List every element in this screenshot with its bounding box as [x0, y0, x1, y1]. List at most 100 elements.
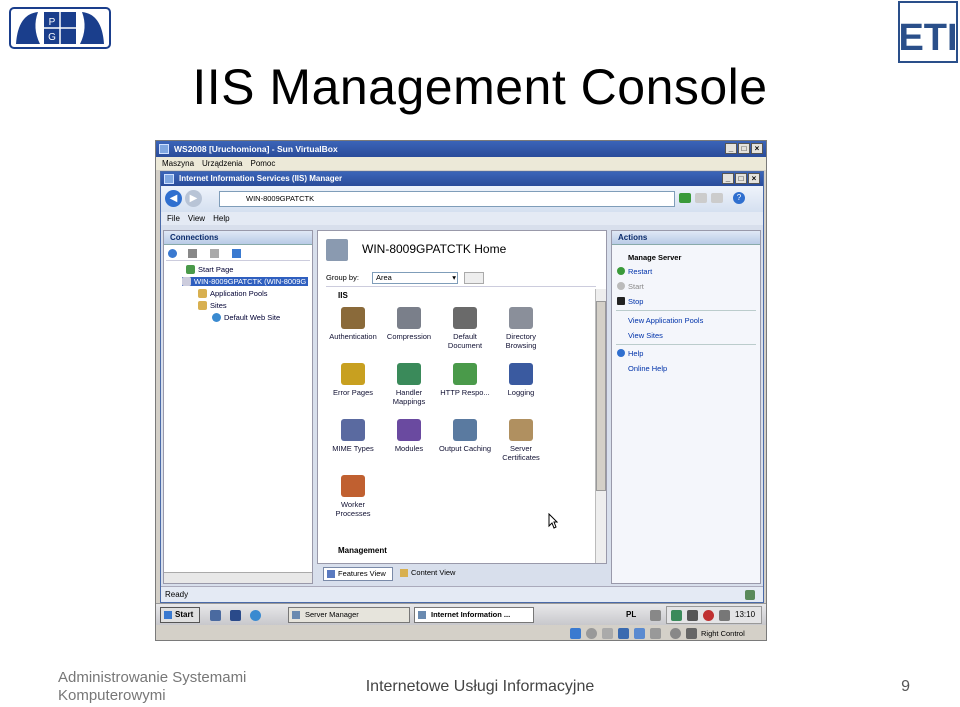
error-pages-icon — [341, 363, 365, 385]
back-button[interactable]: ◀ — [165, 190, 182, 207]
menu-help[interactable]: Help — [213, 212, 229, 225]
feature-item[interactable]: MIME Types — [324, 419, 382, 453]
taskbar: Start Server Manager Internet Informatio… — [156, 603, 766, 625]
powershell-icon[interactable] — [230, 610, 241, 621]
menu-file[interactable]: File — [167, 212, 180, 225]
usb-icon — [618, 628, 629, 639]
actions-pane: Actions Manage Server Restart Start Stop… — [611, 230, 761, 584]
status-text: Ready — [165, 590, 189, 599]
feature-item[interactable]: Authentication — [324, 307, 382, 341]
taskbar-iis-manager[interactable]: Internet Information ... — [414, 607, 534, 623]
tree-start-page[interactable]: Start Page — [186, 265, 233, 274]
iis-maximize-button[interactable]: □ — [735, 173, 747, 184]
features-scrollbar[interactable] — [595, 289, 606, 563]
manage-server-group: Manage Server — [628, 253, 682, 262]
address-text: WIN-8009GPATCTK — [246, 194, 315, 203]
menu-pomoc[interactable]: Pomoc — [250, 157, 275, 170]
address-bar[interactable]: WIN-8009GPATCTK — [219, 191, 675, 207]
tab-features-view[interactable]: Features View — [323, 567, 393, 581]
http-response-icon — [453, 363, 477, 385]
up-icon[interactable] — [210, 249, 219, 258]
logo-letter-p: P — [49, 17, 56, 28]
feature-item[interactable]: Worker Processes — [324, 475, 382, 518]
group-by-label: Group by: — [326, 273, 359, 282]
view-mode-button[interactable] — [464, 272, 484, 284]
feature-label: Default Document — [447, 332, 483, 350]
connect-icon[interactable] — [168, 249, 177, 258]
section-iis: IIS — [338, 291, 348, 300]
tray-display-icon[interactable] — [687, 610, 698, 621]
floppy-icon — [602, 628, 613, 639]
group-by-select[interactable]: Area ▾ — [372, 272, 458, 284]
tray-network-icon[interactable] — [671, 610, 682, 621]
minimize-button[interactable]: _ — [725, 143, 737, 154]
network-status-icon — [745, 590, 755, 600]
virtualbox-window: WS2008 [Uruchomiona] - Sun VirtualBox _ … — [155, 140, 767, 641]
globe-icon — [212, 313, 221, 322]
output-caching-icon — [453, 419, 477, 441]
iis-minimize-button[interactable]: _ — [722, 173, 734, 184]
iis-close-button[interactable]: × — [748, 173, 760, 184]
footer-course-name: Administrowanie Systemami Komputerowymi — [58, 669, 247, 704]
help-icon[interactable]: ? — [733, 192, 745, 204]
logging-icon — [509, 363, 533, 385]
help-icon — [617, 349, 625, 357]
tab-content-view[interactable]: Content View — [397, 567, 467, 581]
action-restart[interactable]: Restart — [628, 267, 652, 276]
feature-item[interactable]: HTTP Respo... — [436, 363, 494, 397]
feature-label: Logging — [507, 388, 535, 397]
action-start[interactable]: Start — [628, 282, 644, 291]
menu-urzadzenia[interactable]: Urządzenia — [202, 157, 242, 170]
delete-connection-icon[interactable] — [232, 249, 241, 258]
tray-volume-icon[interactable] — [719, 610, 730, 621]
feature-item[interactable]: Error Pages — [324, 363, 382, 397]
feature-label: Output Caching — [438, 444, 492, 453]
features-view-icon — [327, 570, 335, 578]
feature-item[interactable]: Directory Browsing — [492, 307, 550, 350]
feature-item[interactable]: Handler Mappings — [380, 363, 438, 406]
feature-item[interactable]: Server Certificates — [492, 419, 550, 462]
action-view-app-pools[interactable]: View Application Pools — [628, 316, 703, 325]
chevron-down-icon: ▾ — [452, 273, 456, 282]
menu-maszyna[interactable]: Maszyna — [162, 157, 194, 170]
feature-item[interactable]: Default Document — [436, 307, 494, 350]
go-icon[interactable] — [679, 193, 691, 203]
start-button[interactable]: Start — [160, 607, 200, 623]
action-online-help[interactable]: Online Help — [628, 364, 667, 373]
home-icon[interactable] — [711, 193, 723, 203]
maximize-button[interactable]: □ — [738, 143, 750, 154]
start-icon — [617, 282, 625, 290]
tree-application-pools[interactable]: Application Pools — [198, 289, 268, 298]
forward-button[interactable]: ▶ — [185, 190, 202, 207]
language-indicator[interactable]: PL — [626, 607, 636, 623]
feature-item[interactable]: Logging — [492, 363, 550, 397]
network-adapter-icon — [634, 628, 645, 639]
tree-server-node[interactable]: WIN-8009GPATCTK (WIN-8009G — [182, 277, 309, 286]
menu-view[interactable]: View — [188, 212, 205, 225]
faculty-logo-icon: ETI — [898, 1, 958, 63]
tree-default-web-site[interactable]: Default Web Site — [212, 313, 280, 322]
feature-item[interactable]: Compression — [380, 307, 438, 341]
save-icon[interactable] — [188, 249, 197, 258]
stop-icon[interactable] — [695, 193, 707, 203]
action-help[interactable]: Help — [628, 349, 643, 358]
view-tabs: Features View Content View — [319, 566, 609, 582]
close-button[interactable]: × — [751, 143, 763, 154]
clock: 13:10 — [735, 610, 756, 619]
internet-explorer-icon[interactable] — [250, 610, 261, 621]
tray-alert-icon[interactable] — [703, 610, 714, 621]
tree-sites[interactable]: Sites — [198, 301, 227, 310]
action-view-sites[interactable]: View Sites — [628, 331, 663, 340]
feature-item[interactable]: Output Caching — [436, 419, 494, 453]
connections-hscrollbar[interactable] — [164, 572, 312, 583]
action-stop[interactable]: Stop — [628, 297, 643, 306]
taskbar-server-manager[interactable]: Server Manager — [288, 607, 410, 623]
taskbar-item-label: Internet Information ... — [431, 610, 511, 619]
show-desktop-icon[interactable] — [210, 610, 221, 621]
tab-label: Features View — [338, 569, 386, 578]
modules-icon — [397, 419, 421, 441]
feature-label: Modules — [394, 444, 424, 453]
scrollbar-thumb[interactable] — [596, 301, 606, 491]
actions-divider — [616, 310, 756, 311]
feature-item[interactable]: Modules — [380, 419, 438, 453]
